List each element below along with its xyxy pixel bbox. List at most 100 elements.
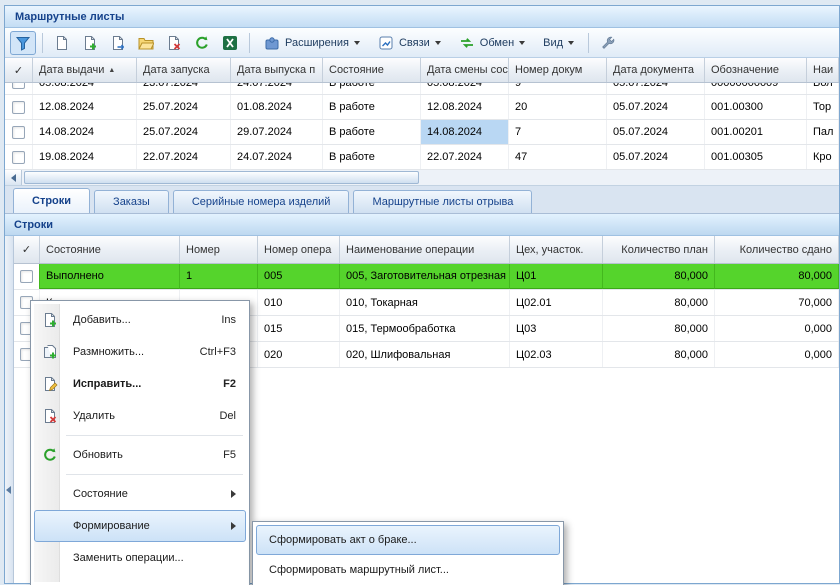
cell[interactable]: 12.08.2024 (33, 95, 137, 119)
extensions-menu-button[interactable]: Расширения (256, 31, 368, 55)
cell[interactable]: Ц03 (510, 316, 603, 341)
cell[interactable]: В работе (323, 120, 421, 144)
row-checkbox[interactable] (12, 83, 25, 89)
cell[interactable]: 25.07.2024 (137, 120, 231, 144)
column-header-doc-number[interactable]: Номер докум (509, 58, 607, 82)
filter-button[interactable] (10, 31, 36, 55)
submenu-item-defect-act[interactable]: Сформировать акт о браке... (256, 525, 560, 555)
menu-item-edit[interactable]: Исправить... F2 (34, 368, 246, 400)
column-header-issue-date[interactable]: Дата выдачи▲ (33, 58, 137, 82)
operation-row-done[interactable]: Выполнено 1 005 005, Заготовительная отр… (14, 264, 839, 290)
menu-item-add[interactable]: Добавить... Ins (34, 304, 246, 336)
cell[interactable]: 12.08.2024 (421, 95, 509, 119)
cell[interactable]: Пал (807, 120, 839, 144)
tab-rows[interactable]: Строки (13, 188, 90, 213)
column-header-op-name[interactable]: Наименование операции (340, 236, 510, 263)
cell[interactable]: Выполнено (40, 264, 180, 289)
column-header-op-number[interactable]: Номер опера (258, 236, 340, 263)
cell[interactable]: 0,000 (715, 342, 839, 367)
cell[interactable]: 80,000 (603, 264, 715, 289)
row-checkbox[interactable] (12, 101, 25, 114)
new-doc-button[interactable] (49, 31, 75, 55)
cell[interactable]: 05.08.2024 (33, 83, 137, 95)
column-header-number[interactable]: Номер (180, 236, 258, 263)
cell[interactable]: В работе (323, 145, 421, 169)
cell[interactable]: 010 (258, 290, 340, 315)
row-check-cell[interactable] (5, 145, 33, 169)
cell[interactable]: 00000000009 (705, 83, 807, 95)
row-checkbox[interactable] (20, 270, 33, 283)
cell[interactable]: Тор (807, 95, 839, 119)
cell[interactable]: 22.07.2024 (421, 145, 509, 169)
cell[interactable]: 20 (509, 95, 607, 119)
cell[interactable]: 001.00305 (705, 145, 807, 169)
open-doc-button[interactable] (133, 31, 159, 55)
links-menu-button[interactable]: Связи (370, 31, 449, 55)
check-column-header[interactable]: ✓ (5, 58, 33, 82)
cell[interactable]: 47 (509, 145, 607, 169)
column-header-qty-done[interactable]: Количество сдано (715, 236, 839, 263)
row-checkbox[interactable] (12, 151, 25, 164)
export-excel-button[interactable] (217, 31, 243, 55)
cell[interactable]: 05.07.2024 (607, 145, 705, 169)
cell[interactable]: В работе (323, 95, 421, 119)
menu-item-refresh[interactable]: Обновить F5 (34, 439, 246, 471)
cell[interactable]: 05.08.2024 (421, 83, 509, 95)
row-check-cell[interactable] (5, 83, 33, 95)
cell[interactable]: 05.07.2024 (607, 83, 705, 95)
menu-item-delete[interactable]: Удалить Del (34, 400, 246, 432)
tab-tear-off-sheets[interactable]: Маршрутные листы отрыва (353, 190, 532, 213)
table-row[interactable]: 14.08.2024 25.07.2024 29.07.2024 В работ… (5, 120, 839, 145)
delete-doc-button[interactable] (161, 31, 187, 55)
cell[interactable]: 19.08.2024 (33, 145, 137, 169)
cell[interactable]: 70,000 (715, 290, 839, 315)
column-header-doc-date[interactable]: Дата документа (607, 58, 705, 82)
table-row[interactable]: 12.08.2024 25.07.2024 01.08.2024 В работ… (5, 95, 839, 120)
cell[interactable]: 80,000 (603, 290, 715, 315)
cell[interactable]: 0,000 (715, 316, 839, 341)
cell[interactable]: Ц02.01 (510, 290, 603, 315)
exchange-menu-button[interactable]: Обмен (451, 31, 533, 55)
cell[interactable]: 9 (509, 83, 607, 95)
cell[interactable]: Ц02.03 (510, 342, 603, 367)
column-header-release-date[interactable]: Дата выпуска п (231, 58, 323, 82)
row-check-cell[interactable] (14, 264, 40, 289)
table-row[interactable]: 05.08.2024 23.07.2024 24.07.2024 В работ… (5, 83, 839, 95)
cell[interactable]: 005, Заготовительная отрезная (340, 264, 510, 289)
cell[interactable]: 005 (258, 264, 340, 289)
cell[interactable]: 80,000 (603, 316, 715, 341)
cell[interactable]: 7 (509, 120, 607, 144)
menu-item-duplicate[interactable]: Размножить... Ctrl+F3 (34, 336, 246, 368)
tab-orders[interactable]: Заказы (94, 190, 169, 213)
copy-doc-button[interactable] (105, 31, 131, 55)
menu-item-replace-operations[interactable]: Заменить операции... (34, 542, 246, 574)
cell[interactable]: 020 (258, 342, 340, 367)
cell[interactable]: 24.07.2024 (231, 83, 323, 95)
cell[interactable]: В работе (323, 83, 421, 95)
column-header-state-change-date[interactable]: Дата смены сос (421, 58, 509, 82)
cell[interactable]: 01.08.2024 (231, 95, 323, 119)
cell[interactable]: 80,000 (715, 264, 839, 289)
column-header-qty-plan[interactable]: Количество план (603, 236, 715, 263)
cell[interactable]: 05.07.2024 (607, 120, 705, 144)
cell[interactable]: Кро (807, 145, 839, 169)
cell[interactable]: 1 (180, 264, 258, 289)
cell[interactable]: Ц01 (510, 264, 603, 289)
row-checkbox[interactable] (12, 126, 25, 139)
cell[interactable]: 24.07.2024 (231, 145, 323, 169)
column-header-op-state[interactable]: Состояние (40, 236, 180, 263)
cell[interactable]: 015 (258, 316, 340, 341)
cell[interactable]: 80,000 (603, 342, 715, 367)
submenu-item-route-sheet[interactable]: Сформировать маршрутный лист... (256, 555, 560, 585)
selected-cell[interactable]: 14.08.2024 (421, 120, 509, 144)
scrollbar-thumb[interactable] (24, 171, 419, 184)
cell[interactable]: Вол (807, 83, 839, 95)
cell[interactable]: 010, Токарная (340, 290, 510, 315)
menu-item-state[interactable]: Состояние (34, 478, 246, 510)
settings-wrench-button[interactable] (595, 31, 621, 55)
menu-item-generation[interactable]: Формирование (34, 510, 246, 542)
row-check-cell[interactable] (5, 95, 33, 119)
cell[interactable]: 22.07.2024 (137, 145, 231, 169)
cell[interactable]: 23.07.2024 (137, 83, 231, 95)
add-doc-button[interactable] (77, 31, 103, 55)
